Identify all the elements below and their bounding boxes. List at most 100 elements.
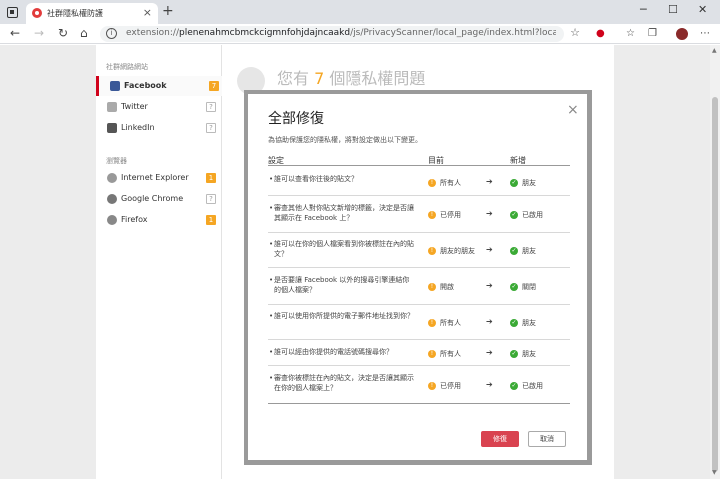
sidebar-item-linkedin[interactable]: LinkedIn ?	[96, 118, 222, 138]
window-menu-icon[interactable]	[7, 7, 18, 18]
warning-icon: !	[428, 179, 436, 187]
linkedin-icon	[107, 123, 117, 133]
fix-button[interactable]: 修復	[481, 431, 519, 447]
toolbar: ← → ↻ ⌂ i extension://plenenahmcbmckcigm…	[0, 24, 720, 44]
warning-icon: !	[428, 211, 436, 219]
more-menu-icon[interactable]: ⋯	[700, 28, 710, 39]
new-value: ✓ 已啟用	[510, 382, 543, 390]
extension-favicon-icon	[32, 8, 42, 18]
home-icon[interactable]: ⌂	[80, 26, 88, 40]
unknown-badge: ?	[206, 194, 216, 204]
social-section-title: 社群網路網站	[106, 63, 148, 71]
new-value: ✓ 關閉	[510, 283, 536, 291]
sidebar: 社群網路網站 Facebook 7 Twitter ? LinkedIn ? 瀏…	[96, 45, 222, 479]
warning-icon: !	[428, 247, 436, 255]
minimize-button[interactable]: ─	[640, 3, 647, 16]
setting-text: 誰可以使用你所提供的電子郵件地址找到你？	[269, 311, 414, 321]
background-right	[614, 45, 710, 479]
back-icon[interactable]: ←	[10, 26, 20, 40]
cancel-button[interactable]: 取消	[528, 431, 566, 447]
facebook-icon	[110, 81, 120, 91]
forward-icon[interactable]: →	[34, 26, 44, 40]
tab-strip: 社群隱私權防護 × + ─ ☐ ✕	[0, 0, 720, 24]
sidebar-item-label: Facebook	[124, 81, 167, 90]
dialog-close-icon[interactable]: ×	[567, 102, 579, 118]
table-row: 誰可以在你的個人檔案看到你被標註在內的貼文？ !朋友的朋友 ➔ ✓朋友	[268, 234, 570, 268]
tab-close-icon[interactable]: ×	[143, 6, 152, 19]
arrow-icon: ➔	[486, 245, 493, 254]
extension-icon[interactable]: ●	[596, 28, 605, 39]
setting-text: 審查其他人對你貼文新增的標籤，決定是否讓其顯示在 Facebook 上？	[269, 203, 414, 223]
setting-text: 誰可以經由你提供的電話號碼搜尋你？	[269, 347, 414, 357]
table-row: 誰可以查看你往後的貼文？ !所有人 ➔ ✓朋友	[268, 170, 570, 196]
check-icon: ✓	[510, 350, 518, 358]
check-icon: ✓	[510, 382, 518, 390]
bookmark-star-icon[interactable]: ☆	[570, 26, 580, 39]
warning-icon: !	[428, 382, 436, 390]
arrow-icon: ➔	[486, 348, 493, 357]
arrow-icon: ➔	[486, 380, 493, 389]
current-value: ! 所有人	[428, 178, 461, 188]
current-value: ! 已停用	[428, 381, 461, 391]
background-left	[0, 45, 96, 479]
new-tab-button[interactable]: +	[162, 3, 174, 19]
scrollbar-thumb[interactable]	[712, 97, 718, 472]
current-value: ! 已停用	[428, 210, 461, 220]
current-value: ! 所有人	[428, 349, 461, 359]
current-value: ! 所有人	[428, 318, 461, 328]
sidebar-item-facebook[interactable]: Facebook 7	[96, 76, 222, 96]
check-icon: ✓	[510, 179, 518, 187]
new-value: ✓ 朋友	[510, 247, 536, 255]
check-icon: ✓	[510, 319, 518, 327]
close-window-button[interactable]: ✕	[698, 3, 707, 16]
profile-avatar[interactable]	[675, 27, 689, 41]
new-value: ✓ 朋友	[510, 319, 536, 327]
site-info-icon[interactable]: i	[106, 28, 117, 39]
setting-text: 審查你被標註在內的貼文，決定是否讓其顯示在你的個人檔案上？	[269, 373, 414, 393]
scroll-up-icon[interactable]: ▲	[712, 47, 717, 54]
address-bar[interactable]: i extension://plenenahmcbmckcigmnfohjdaj…	[100, 26, 580, 42]
setting-text: 是否要讓 Facebook 以外的搜尋引擎連結你的個人檔案？	[269, 275, 414, 295]
dialog-title: 全部修復	[268, 111, 324, 127]
sidebar-item-label: Firefox	[121, 215, 148, 224]
tab-title: 社群隱私權防護	[47, 9, 103, 18]
arrow-icon: ➔	[486, 281, 493, 290]
internet-explorer-icon	[107, 173, 117, 183]
sidebar-item-twitter[interactable]: Twitter ?	[96, 97, 222, 117]
page-title: 您有 7 個隱私權問題	[277, 69, 426, 88]
scroll-down-icon[interactable]: ▼	[712, 469, 717, 476]
check-icon: ✓	[510, 211, 518, 219]
browser-section-title: 瀏覽器	[106, 157, 127, 165]
sidebar-item-label: Twitter	[121, 102, 148, 111]
warning-icon: !	[428, 350, 436, 358]
browser-tab[interactable]: 社群隱私權防護 ×	[26, 3, 158, 24]
reload-icon[interactable]: ↻	[58, 26, 68, 40]
scrollbar[interactable]: ▲ ▼	[710, 45, 720, 479]
new-value: ✓ 朋友	[510, 350, 536, 358]
fix-all-dialog: 全部修復 × 為協助保護您的隱私權，將對設定做出以下變更。 設定 目前 新增 誰…	[248, 94, 587, 460]
warning-icon: !	[428, 283, 436, 291]
current-value: ! 開啟	[428, 282, 454, 292]
arrow-icon: ➔	[486, 209, 493, 218]
collections-icon[interactable]: ❐	[648, 28, 657, 39]
table-row: 審查其他人對你貼文新增的標籤，決定是否讓其顯示在 Facebook 上？ !已停…	[268, 197, 570, 233]
sidebar-item-firefox[interactable]: Firefox 1	[96, 210, 222, 230]
issue-count-badge: 1	[206, 173, 216, 183]
table-row: 誰可以使用你所提供的電子郵件地址找到你？ !所有人 ➔ ✓朋友	[268, 306, 570, 340]
chrome-icon	[107, 194, 117, 204]
setting-text: 誰可以在你的個人檔案看到你被標註在內的貼文？	[269, 239, 414, 259]
favorites-icon[interactable]: ☆	[626, 28, 635, 39]
check-icon: ✓	[510, 247, 518, 255]
url-text[interactable]: extension://plenenahmcbmckcigmnfohjdajnc…	[126, 28, 556, 38]
table-row: 是否要讓 Facebook 以外的搜尋引擎連結你的個人檔案？ !開啟 ➔ ✓關閉	[268, 269, 570, 305]
header-divider	[268, 165, 570, 166]
arrow-icon: ➔	[486, 177, 493, 186]
issue-count-badge: 7	[209, 81, 219, 91]
maximize-button[interactable]: ☐	[668, 3, 678, 16]
table-row: 審查你被標註在內的貼文，決定是否讓其顯示在你的個人檔案上？ !已停用 ➔ ✓已啟…	[268, 367, 570, 404]
sidebar-item-ie[interactable]: Internet Explorer 1	[96, 168, 222, 188]
warning-icon: !	[428, 319, 436, 327]
firefox-icon	[107, 215, 117, 225]
sidebar-item-chrome[interactable]: Google Chrome ?	[96, 189, 222, 209]
dialog-description: 為協助保護您的隱私權，將對設定做出以下變更。	[268, 136, 422, 144]
